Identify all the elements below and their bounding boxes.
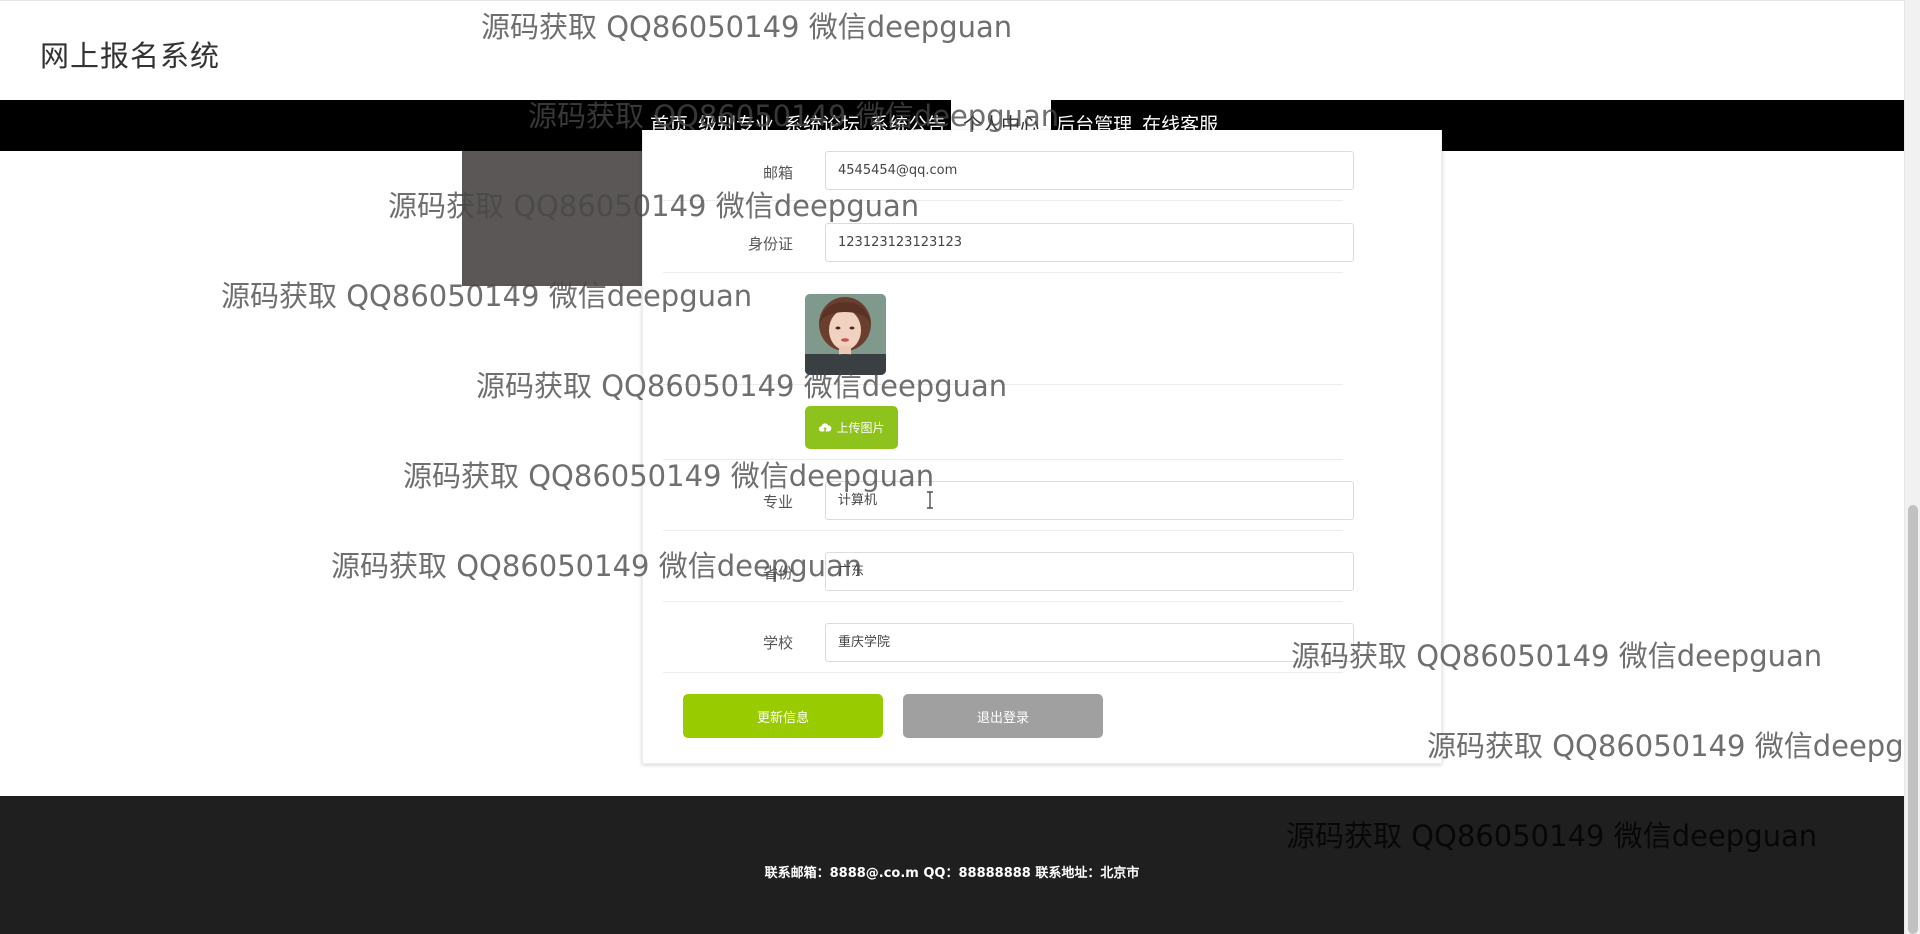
form-row-email: 邮箱 4545454@qq.com [663,130,1354,201]
upload-image-label: 上传图片 [836,421,885,435]
id-card-field[interactable]: 123123123123123 [825,223,1354,262]
school-label: 学校 [762,634,793,652]
scrollbar-thumb[interactable] [1908,505,1918,934]
cloud-upload-icon [819,422,832,431]
avatar-photo-icon [805,294,886,375]
update-info-button[interactable]: 更新信息 [683,694,883,738]
email-field[interactable]: 4545454@qq.com [825,151,1354,190]
form-row-school: 学校 重庆学院 [663,602,1354,673]
major-label: 专业 [762,493,793,511]
footer-contact-text: 联系邮箱：8888@.co.m QQ：88888888 联系地址：北京市 [764,866,1140,881]
side-banner-block [462,151,642,286]
form-row-major: 专业 计算机 [663,460,1354,531]
id-card-label: 身份证 [747,235,793,253]
avatar [805,294,886,375]
form-row-upload [663,385,1343,460]
upload-image-button[interactable]: 上传图片 [805,406,898,449]
province-field[interactable]: 广东 [825,552,1354,591]
email-label: 邮箱 [762,164,793,182]
form-row-province: 省份 广东 [663,531,1354,602]
profile-form-card: 邮箱 4545454@qq.com 身份证 123123123123123 上传… [642,130,1442,764]
footer: 联系邮箱：8888@.co.m QQ：88888888 联系地址：北京市 [0,796,1904,934]
major-field[interactable]: 计算机 [825,481,1354,520]
text-cursor-icon [927,491,933,509]
watermark: 源码获取 QQ86050149 微信deepguan [1427,729,1904,763]
province-label: 省份 [762,564,793,582]
site-title: 网上报名系统 [40,39,221,73]
page-scrollbar[interactable] [1904,0,1920,934]
school-field[interactable]: 重庆学院 [825,623,1354,662]
logout-button[interactable]: 退出登录 [903,694,1103,738]
top-header: 网上报名系统 [0,0,1904,100]
form-row-id-card: 身份证 123123123123123 [663,201,1354,273]
form-row-avatar [663,273,1343,385]
